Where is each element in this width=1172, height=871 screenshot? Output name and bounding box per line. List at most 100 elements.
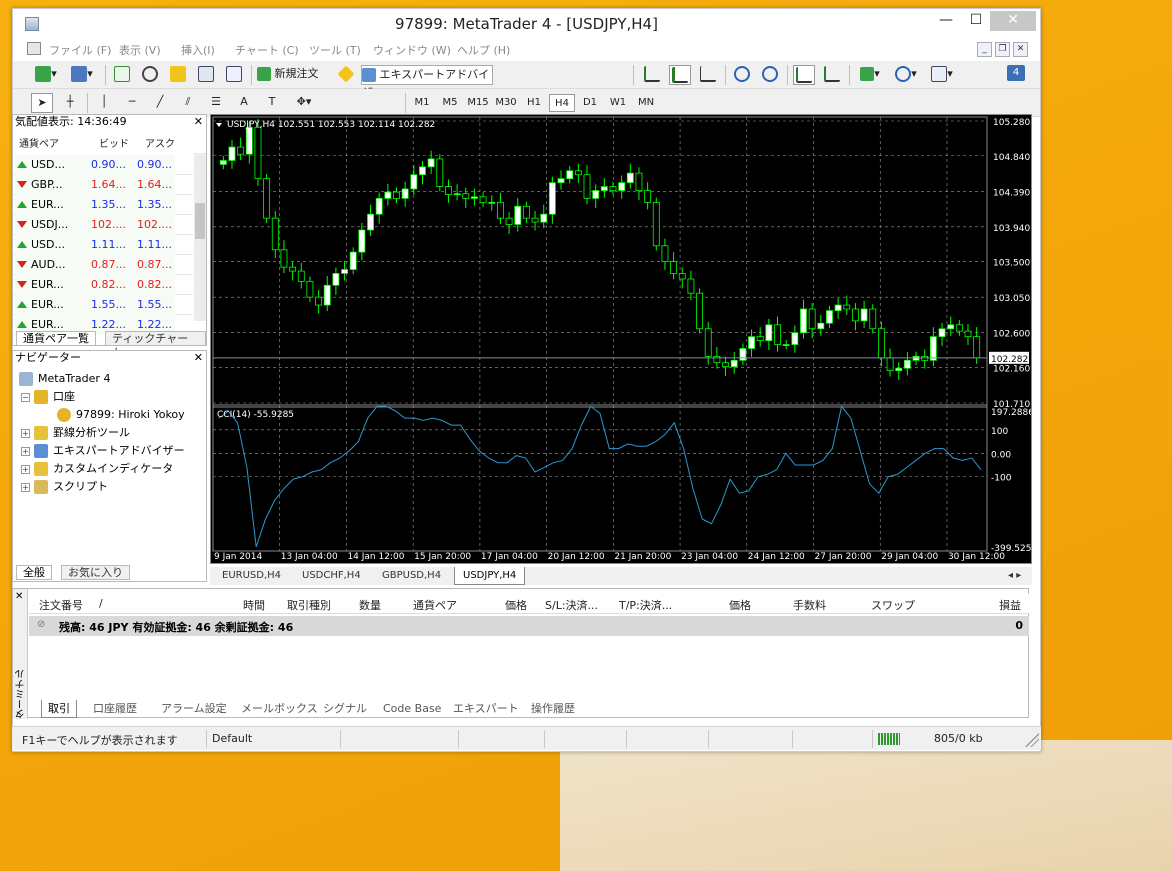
expand-icon[interactable]: + [21,428,30,438]
close-button[interactable]: ✕ [990,11,1036,31]
terminal-tab-history[interactable]: 口座履歴 [93,700,137,718]
candlestick-button[interactable] [669,65,691,85]
market-watch-close-icon[interactable]: ✕ [194,115,203,129]
periods-button[interactable]: ▾ [891,65,921,85]
terminal-close-icon[interactable]: ✕ [15,591,23,602]
mdi-close-button[interactable]: ✕ [1013,42,1028,57]
terminal-toggle[interactable] [195,65,217,85]
vertical-line-tool[interactable]: │ [93,93,115,113]
chart-tab-gbpusd[interactable]: GBPUSD,H4 [374,567,449,585]
tab-tick-chart[interactable]: ティックチャート [105,331,206,359]
terminal-tab-trade[interactable]: 取引 [41,700,77,718]
market-watch-row[interactable]: USD... 1.11... 1.11... [13,235,193,255]
col-volume[interactable]: 数量 [359,597,381,613]
menu-view[interactable]: 表示 (V) [119,42,161,58]
menu-file[interactable]: ファイル (F) [49,42,111,58]
expand-icon[interactable]: + [21,446,30,456]
nav-experts[interactable]: + エキスパートアドバイザー [21,443,185,459]
tab-common[interactable]: 全般 [16,565,52,580]
terminal-tab-codebase[interactable]: Code Base [383,700,441,718]
indicators-button[interactable]: ▾ [855,65,885,85]
terminal-tab-experts[interactable]: エキスパート [453,700,519,718]
resize-grip-icon[interactable] [1025,733,1039,747]
col-order[interactable]: 注文番号 [39,597,83,613]
tab-symbols[interactable]: 通貨ペア一覧 [16,331,96,346]
chart-shift-button[interactable] [821,65,843,85]
chart-tab-eurusd[interactable]: EURUSD,H4 [214,567,289,585]
chart-tab-usdjpy[interactable]: USDJPY,H4 [454,567,526,585]
profiles-button[interactable]: ▾ [67,65,97,85]
menu-tools[interactable]: ツール (T) [309,42,361,58]
nav-custom-indicators[interactable]: + カスタムインディケータ [21,461,173,477]
balance-row[interactable]: ⊘ 残高: 46 JPY 有効証拠金: 46 余剰証拠金: 46 0 [29,616,1029,636]
nav-indicators[interactable]: + 罫線分析ツール [21,425,130,441]
expand-icon[interactable]: + [21,464,30,474]
nav-account-item[interactable]: 97899: Hiroki Yokoy [57,407,185,423]
timeframe-m5[interactable]: M5 [437,94,463,112]
terminal-tab-mailbox[interactable]: メールボックス [241,700,318,718]
timeframe-w1[interactable]: W1 [605,94,631,112]
chart-tabs-scroll[interactable]: ◂ ▸ [1000,567,1029,585]
col-bid-header[interactable]: ビッド [99,135,129,155]
zoom-out-button[interactable] [759,65,781,85]
collapse-icon[interactable]: − [21,392,30,402]
market-watch-row[interactable]: EUR... 0.82... 0.82... [13,275,193,295]
col-sl[interactable]: S/L:決済... [545,597,598,613]
menu-window[interactable]: ウィンドウ (W) [373,42,451,58]
new-chart-button[interactable]: ▾ [31,65,61,85]
scrollbar-thumb[interactable] [195,203,205,239]
market-watch-toggle[interactable] [111,65,133,85]
trendline-tool[interactable]: ╱ [149,93,171,113]
timeframe-m1[interactable]: M1 [409,94,435,112]
mdi-minimize-button[interactable]: _ [977,42,992,57]
market-watch-row[interactable]: USDJ... 102.... 102.... [13,215,193,235]
col-swap[interactable]: スワップ [871,597,915,613]
nav-root[interactable]: MetaTrader 4 [19,371,110,387]
expand-icon[interactable]: + [21,482,30,492]
fibonacci-tool[interactable]: ☰ [205,93,227,113]
text-tool[interactable]: A [233,93,255,113]
metaeditor-button[interactable] [335,65,357,85]
market-watch-scrollbar[interactable] [194,153,206,321]
menu-help[interactable]: ヘルプ (H) [457,42,510,58]
expert-advisor-toggle[interactable]: エキスパートアドバイザー [361,65,493,99]
market-watch-row[interactable]: EUR... 1.35... 1.35... [13,195,193,215]
navigator-toggle[interactable] [167,65,189,85]
chart-tab-usdchf[interactable]: USDCHF,H4 [294,567,369,585]
col-type[interactable]: 取引種別 [287,597,331,613]
chart-window[interactable]: 105.280 104.840 104.390 103.940 103.500 103.0… [210,114,1037,564]
data-window-toggle[interactable] [139,65,161,85]
col-symbol[interactable]: 通貨ペア [413,597,457,613]
market-watch-row[interactable]: EUR... 1.55... 1.55... [13,295,193,315]
col-profit[interactable]: 損益 [999,597,1021,613]
child-window-icon[interactable] [27,42,41,55]
col-commission[interactable]: 手数料 [793,597,826,613]
text-label-tool[interactable]: T [261,93,283,113]
arrows-tool[interactable]: ✥▾ [289,93,319,113]
crosshair-tool[interactable]: ┼ [59,93,81,113]
col-ask-header[interactable]: アスク [145,135,175,155]
notification-badge[interactable]: 4 [1007,65,1025,81]
strategy-tester-toggle[interactable] [223,65,245,85]
line-chart-button[interactable] [697,65,719,85]
connection-bars-icon[interactable] [878,733,900,745]
col-time[interactable]: 時間 [243,597,265,613]
menu-chart[interactable]: チャート (C) [235,42,299,58]
auto-scroll-button[interactable] [793,65,815,85]
menu-insert[interactable]: 挿入(I) [181,42,215,58]
terminal-tab-alerts[interactable]: アラーム設定 [161,700,227,718]
minimize-button[interactable]: — [933,11,959,31]
timeframe-h4[interactable]: H4 [549,94,575,112]
maximize-button[interactable]: ☐ [963,11,989,31]
col-sort[interactable]: / [99,597,103,610]
market-watch-row[interactable]: AUD... 0.87... 0.87... [13,255,193,275]
zoom-in-button[interactable] [731,65,753,85]
col-symbol-header[interactable]: 通貨ペア [19,135,59,155]
col-tp[interactable]: T/P:決済... [619,597,672,613]
nav-accounts[interactable]: − 口座 [21,389,75,405]
timeframe-m30[interactable]: M30 [493,94,519,112]
navigator-close-icon[interactable]: ✕ [194,351,203,365]
cursor-tool[interactable]: ➤ [31,93,53,113]
terminal-tab-signals[interactable]: シグナル [323,700,367,718]
new-order-button[interactable]: 新規注文 [257,65,331,85]
